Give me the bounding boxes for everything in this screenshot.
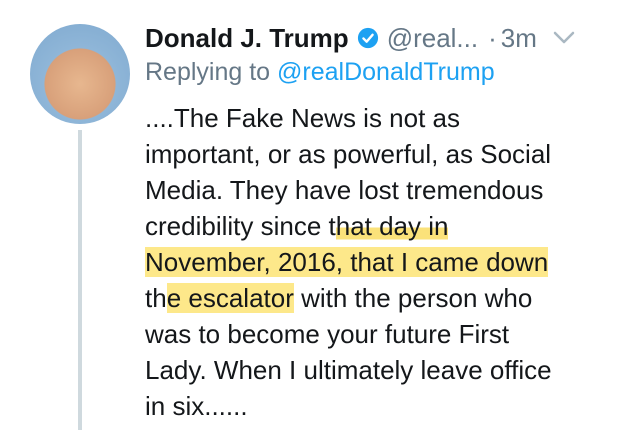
tweet-line: November, 2016, that I came down <box>145 244 615 280</box>
timestamp[interactable]: 3m <box>501 23 537 54</box>
author-handle[interactable]: @real... <box>387 23 478 54</box>
tweet-line: Media. They have lost tremendous <box>145 175 544 205</box>
thread-line <box>78 130 82 430</box>
tweet-line: Lady. When I ultimately leave office <box>145 355 552 385</box>
tweet-text: th <box>145 283 167 313</box>
tweet-line: ....The Fake News is not as <box>145 103 461 133</box>
tweet-line: in six...... <box>145 391 248 421</box>
replying-to: Replying to @realDonaldTrump <box>145 58 495 87</box>
tweet-line: credibility since that day in <box>145 208 615 244</box>
tweet-line: was to become your future First <box>145 319 510 349</box>
tweet-text: with the person who <box>293 283 533 313</box>
reply-prefix: Replying to <box>145 58 278 86</box>
avatar[interactable] <box>30 24 130 124</box>
highlighted-text: hat day in <box>335 211 449 241</box>
tweet-header: Donald J. Trump @real... · 3m <box>145 18 620 58</box>
reply-mention-link[interactable]: @realDonaldTrump <box>277 58 495 86</box>
tweet-text: credibility since t <box>145 211 336 241</box>
highlighted-text: November, 2016, that I came down <box>145 247 549 277</box>
tweet-line: the escalator with the person who <box>145 280 615 316</box>
separator-dot: · <box>488 22 497 53</box>
chevron-down-icon[interactable] <box>553 31 575 45</box>
tweet-line: important, or as powerful, as Social <box>145 139 552 169</box>
highlighted-text: e escalator <box>166 283 294 313</box>
author-name[interactable]: Donald J. Trump <box>145 23 349 54</box>
tweet-body: ....The Fake News is not as important, o… <box>145 100 615 424</box>
verified-badge-icon <box>357 27 379 49</box>
